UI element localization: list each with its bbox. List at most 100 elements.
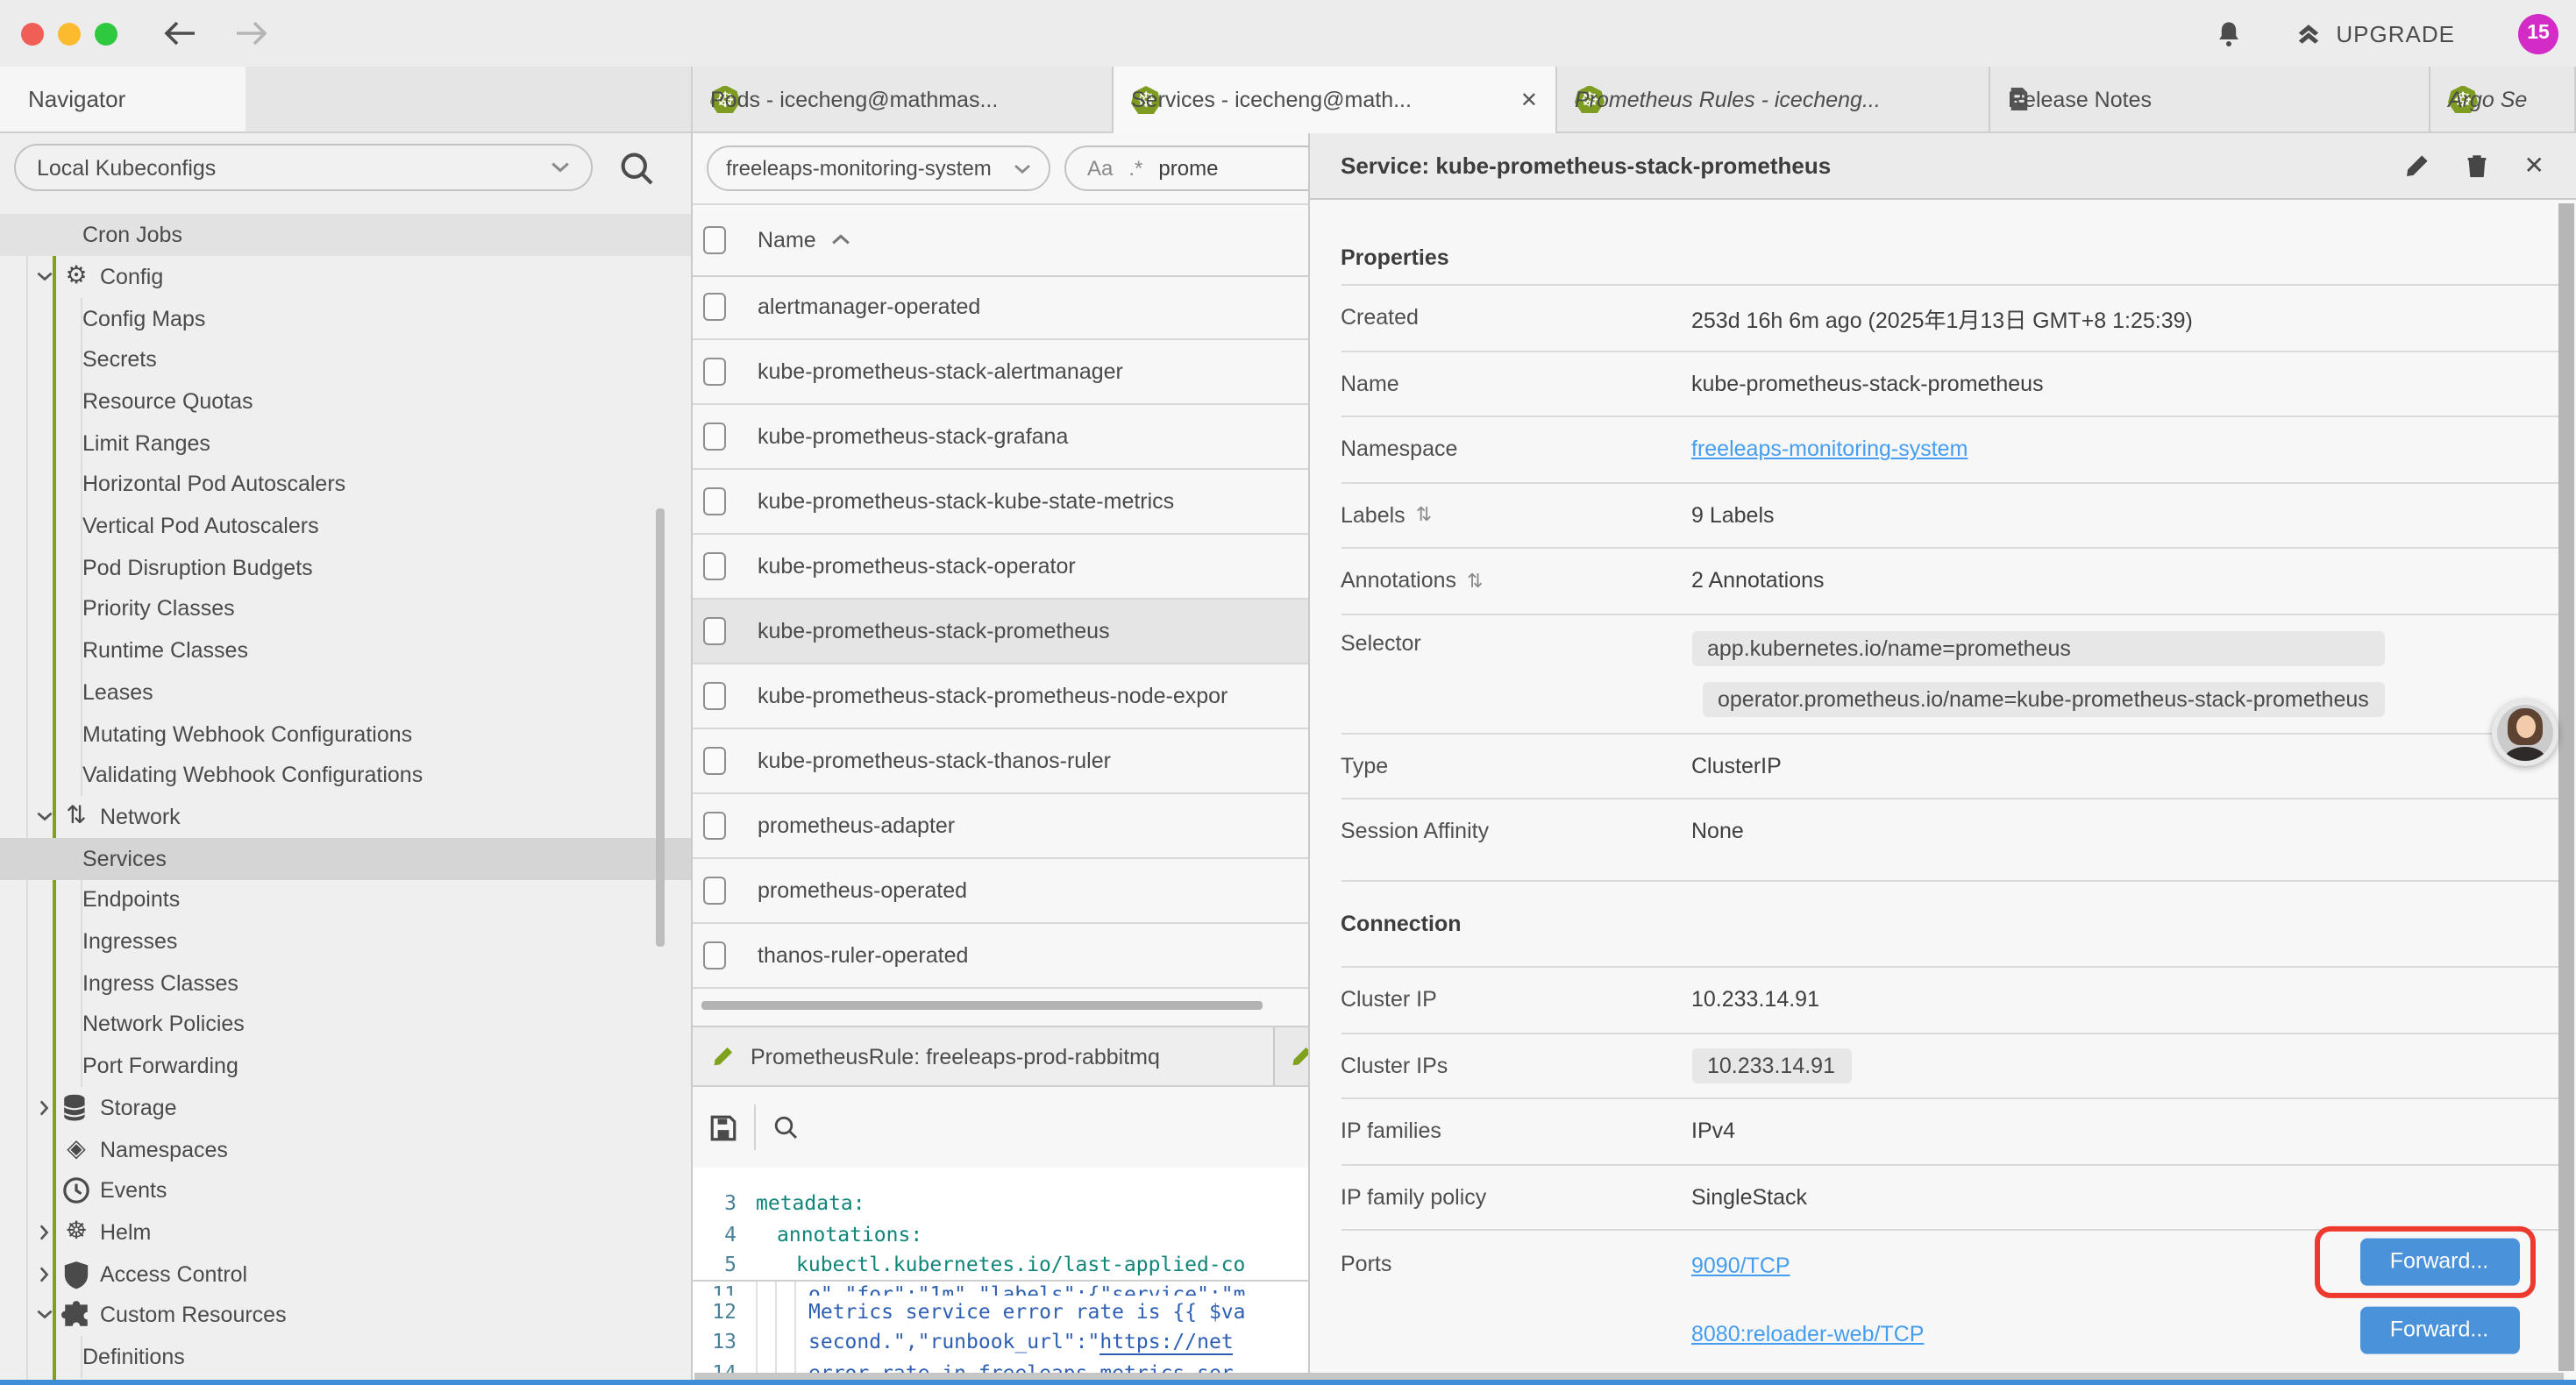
chevron-down-icon[interactable]	[35, 1306, 54, 1325]
sidebar-item-definitions[interactable]: Definitions	[0, 1336, 693, 1378]
row-checkbox[interactable]	[703, 552, 726, 580]
table-row[interactable]: kube-prometheus-stack-prometheus-node-ex…	[693, 664, 1307, 729]
tab-pods-icecheng-mathmas[interactable]: ☸Pods - icecheng@mathmas...	[693, 67, 1114, 131]
sidebar-item-limit-ranges[interactable]: Limit Ranges	[0, 422, 693, 464]
row-checkbox[interactable]	[703, 877, 726, 905]
back-arrow-icon[interactable]	[163, 19, 198, 47]
forward-arrow-icon[interactable]	[233, 19, 268, 47]
sidebar-item-validating-webhook-configurations[interactable]: Validating Webhook Configurations	[0, 755, 693, 797]
match-case-toggle[interactable]: Aa	[1087, 156, 1113, 181]
webcam-avatar-overlay[interactable]	[2492, 700, 2558, 766]
sidebar-item-custom-resources[interactable]: Custom Resources	[0, 1295, 693, 1337]
tab-argo-se[interactable]: ☸Argo Se	[2430, 67, 2576, 131]
save-icon[interactable]	[708, 1112, 738, 1142]
close-window-button[interactable]	[21, 22, 44, 45]
table-row[interactable]: prometheus-operated	[693, 859, 1307, 924]
sidebar-item-horizontal-pod-autoscalers[interactable]: Horizontal Pod Autoscalers	[0, 464, 693, 506]
kubeconfig-selector[interactable]: Local Kubeconfigs	[14, 144, 593, 191]
port-link[interactable]: 9090/TCP	[1691, 1253, 1790, 1277]
minimize-window-button[interactable]	[58, 22, 81, 45]
table-row[interactable]: kube-prometheus-stack-kube-state-metrics	[693, 470, 1307, 535]
sidebar-item-config[interactable]: ⚙Config	[0, 256, 693, 298]
forward-button[interactable]: Forward...	[2359, 1306, 2519, 1353]
maximize-window-button[interactable]	[95, 22, 117, 45]
sidebar-item-access-control[interactable]: Access Control	[0, 1253, 693, 1295]
row-checkbox[interactable]	[703, 747, 726, 775]
sidebar-item-helm[interactable]: ☸Helm	[0, 1211, 693, 1254]
sidebar-item-cron-jobs[interactable]: Cron Jobs	[0, 214, 693, 256]
forward-button[interactable]: Forward...	[2359, 1238, 2519, 1285]
row-checkbox[interactable]	[703, 423, 726, 451]
sort-toggle-icon[interactable]: ⇅	[1416, 504, 1432, 527]
detail-horizontal-scrollbar[interactable]	[694, 1373, 2564, 1379]
row-checkbox[interactable]	[703, 358, 726, 386]
sidebar-item-network-policies[interactable]: Network Policies	[0, 1004, 693, 1046]
sidebar-item-resource-quotas[interactable]: Resource Quotas	[0, 380, 693, 423]
sidebar-item-ingress-classes[interactable]: Ingress Classes	[0, 962, 693, 1005]
sidebar-item-vertical-pod-autoscalers[interactable]: Vertical Pod Autoscalers	[0, 505, 693, 547]
name-column-header[interactable]: Name	[758, 227, 816, 252]
table-row[interactable]: prometheus-adapter	[693, 794, 1307, 859]
sidebar-item-namespaces[interactable]: ◈Namespaces	[0, 1128, 693, 1170]
notification-count-badge[interactable]: 15	[2518, 13, 2558, 53]
chevron-down-icon[interactable]	[35, 267, 54, 287]
table-horizontal-scrollbar[interactable]	[701, 1001, 1263, 1010]
select-all-checkbox[interactable]	[703, 225, 726, 253]
port-link[interactable]: 8080:reloader-web/TCP	[1691, 1321, 1924, 1346]
sidebar-item-ingresses[interactable]: Ingresses	[0, 920, 693, 962]
editor-tab-prometheusrule[interactable]: PrometheusRule: freeleaps-prod-rabbitmq	[693, 1027, 1275, 1085]
filter-search-input[interactable]: Aa .* prome	[1064, 146, 1309, 191]
tab-release-notes[interactable]: Release Notes	[1990, 67, 2430, 131]
table-row[interactable]: alertmanager-operated	[693, 275, 1307, 340]
sidebar-item-secrets[interactable]: Secrets	[0, 339, 693, 381]
row-checkbox[interactable]	[703, 941, 726, 970]
sidebar-item-priority-classes[interactable]: Priority Classes	[0, 588, 693, 630]
regex-toggle[interactable]: .*	[1128, 156, 1142, 181]
row-checkbox[interactable]	[703, 293, 726, 321]
sidebar-item-mutating-webhook-configurations[interactable]: Mutating Webhook Configurations	[0, 713, 693, 755]
namespace-selector[interactable]: freeleaps-monitoring-system	[707, 146, 1050, 191]
detail-scrollbar[interactable]	[2558, 203, 2574, 1371]
tab-navigator[interactable]: Navigator	[0, 67, 246, 131]
sidebar-item-config-maps[interactable]: Config Maps	[0, 297, 693, 339]
table-row[interactable]: thanos-ruler-operated	[693, 924, 1307, 989]
chevron-right-icon[interactable]	[35, 1098, 54, 1118]
tab-services-icecheng-math[interactable]: ☸Services - icecheng@math...✕	[1114, 67, 1557, 133]
row-checkbox[interactable]	[703, 812, 726, 840]
edit-pencil-icon[interactable]	[2405, 153, 2431, 179]
sort-toggle-icon[interactable]: ⇅	[1467, 570, 1483, 593]
editor-tab-next[interactable]	[1277, 1027, 1309, 1085]
sidebar-item-leases[interactable]: Leases	[0, 671, 693, 714]
yaml-editor[interactable]: 3metadata:4annotations:5kubectl.kubernet…	[693, 1168, 1307, 1385]
row-checkbox[interactable]	[703, 617, 726, 645]
code-link[interactable]: https://net	[1099, 1330, 1233, 1356]
sidebar-item-runtime-classes[interactable]: Runtime Classes	[0, 629, 693, 671]
sidebar-item-network[interactable]: ⇅Network	[0, 796, 693, 838]
sort-ascending-icon[interactable]	[832, 233, 851, 245]
notifications-bell-icon[interactable]	[2215, 18, 2243, 48]
sidebar-scrollbar[interactable]	[656, 508, 665, 947]
delete-trash-icon[interactable]	[2465, 153, 2491, 179]
tab-prometheus-rules-icecheng[interactable]: ☸Prometheus Rules - icecheng...	[1557, 67, 1990, 131]
chevron-right-icon[interactable]	[35, 1264, 54, 1283]
sidebar-item-pod-disruption-budgets[interactable]: Pod Disruption Budgets	[0, 547, 693, 589]
chevron-down-icon[interactable]	[35, 807, 54, 827]
namespace-link[interactable]: freeleaps-monitoring-system	[1691, 437, 1968, 462]
sidebar-item-endpoints[interactable]: Endpoints	[0, 879, 693, 921]
sidebar-item-port-forwarding[interactable]: Port Forwarding	[0, 1045, 693, 1087]
sidebar-item-storage[interactable]: Storage	[0, 1087, 693, 1129]
upgrade-button[interactable]: UPGRADE	[2295, 20, 2455, 46]
search-icon[interactable]	[617, 149, 656, 188]
table-row[interactable]: kube-prometheus-stack-operator	[693, 535, 1307, 600]
table-row[interactable]: kube-prometheus-stack-alertmanager	[693, 340, 1307, 405]
row-checkbox[interactable]	[703, 682, 726, 710]
editor-search-icon[interactable]	[772, 1113, 800, 1141]
sidebar-item-services[interactable]: Services	[0, 837, 693, 879]
table-row[interactable]: kube-prometheus-stack-grafana	[693, 405, 1307, 470]
table-row[interactable]: kube-prometheus-stack-thanos-ruler	[693, 729, 1307, 794]
close-tab-icon[interactable]: ✕	[1510, 88, 1538, 112]
close-icon[interactable]: ✕	[2524, 151, 2544, 181]
row-checkbox[interactable]	[703, 487, 726, 515]
table-row[interactable]: kube-prometheus-stack-prometheus	[693, 600, 1307, 664]
chevron-right-icon[interactable]	[35, 1223, 54, 1242]
